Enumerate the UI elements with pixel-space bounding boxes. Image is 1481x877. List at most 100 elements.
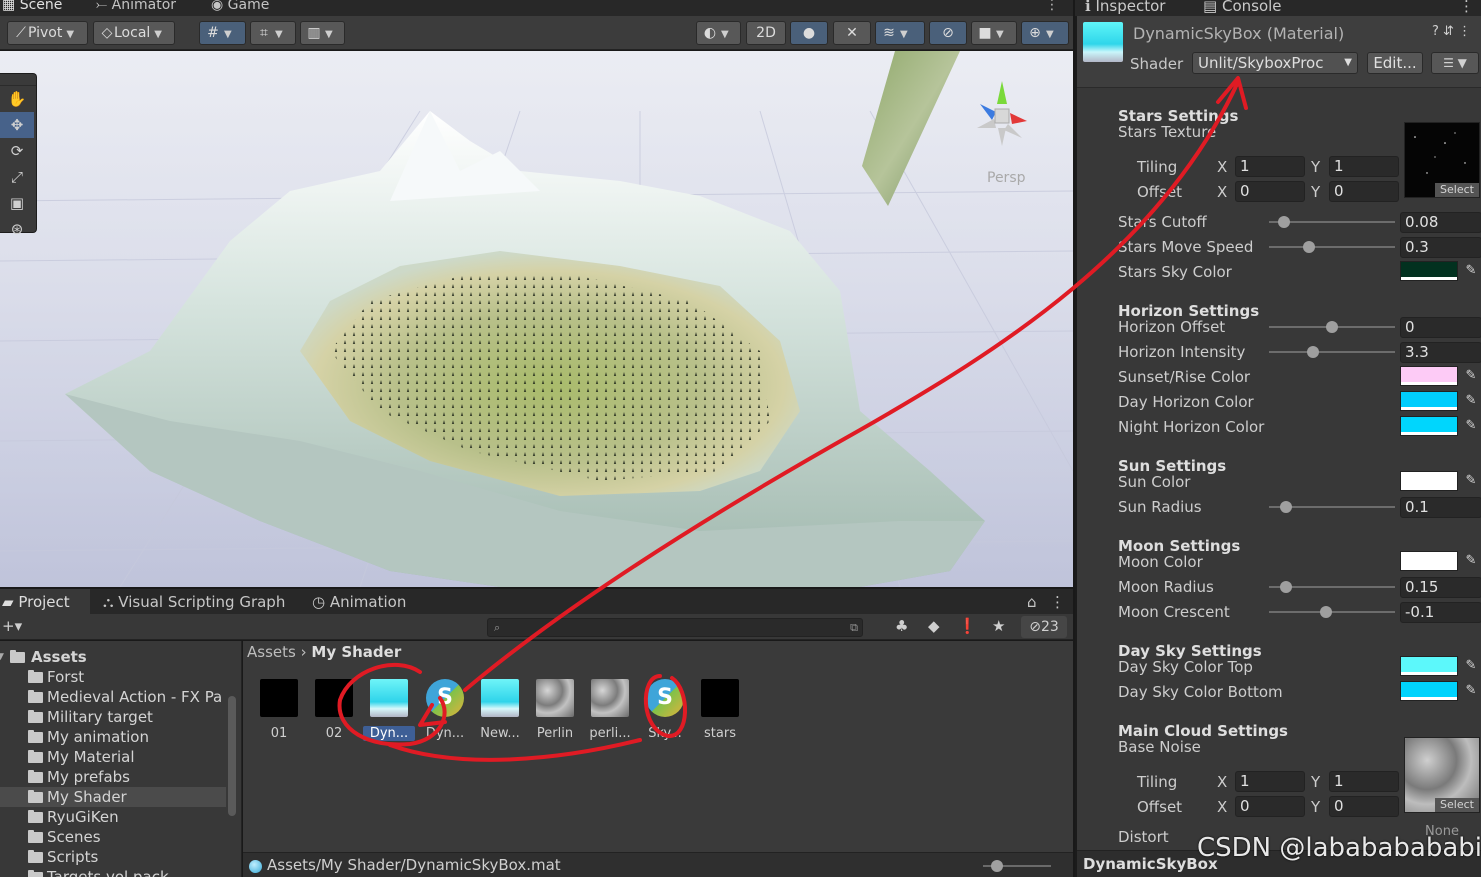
lock-icon[interactable]: ⌂ — [1027, 593, 1037, 611]
stars-offset-y[interactable]: 0 — [1329, 181, 1399, 202]
slider-knob[interactable] — [1278, 216, 1291, 228]
slider-knob[interactable] — [1320, 606, 1333, 618]
night-horizon-color-swatch[interactable] — [1400, 416, 1458, 436]
noise-tiling-x[interactable]: 1 — [1235, 771, 1305, 792]
sunset-rise-color-swatch[interactable] — [1400, 366, 1458, 386]
pivot-dropdown[interactable]: ⟋ Pivot ▼ — [7, 21, 88, 45]
audio-toggle[interactable]: ✕ — [833, 21, 871, 45]
gizmos-dropdown[interactable]: ⊕ ▼ — [1021, 21, 1069, 45]
slider-knob[interactable] — [1303, 241, 1316, 253]
local-dropdown[interactable]: ◇ Local ▼ — [93, 21, 175, 45]
moon-radius-slider[interactable] — [1269, 581, 1395, 593]
eyedropper-icon[interactable]: ✎ — [1460, 471, 1481, 491]
palette-grip[interactable] — [0, 74, 36, 86]
tree-item[interactable]: Scenes — [0, 827, 226, 847]
eyedropper-icon[interactable]: ✎ — [1460, 261, 1481, 281]
tab-animation[interactable]: ◷ Animation — [312, 593, 406, 611]
rotate-tool-icon[interactable]: ⟳ — [0, 138, 34, 164]
asset-tile[interactable]: 02 — [308, 679, 360, 741]
effects-dropdown[interactable]: ≋ ▼ — [875, 21, 925, 45]
slider-knob[interactable] — [1280, 501, 1293, 513]
tree-item[interactable]: ▶Military target — [0, 707, 226, 727]
tree-item[interactable]: My prefabs — [0, 767, 226, 787]
asset-tile[interactable]: 01 — [253, 679, 305, 741]
breadcrumb-root[interactable]: Assets — [247, 643, 296, 661]
grid-snap-button[interactable]: # ▼ — [199, 21, 246, 45]
tree-item[interactable]: Medieval Action - FX Pa — [0, 687, 226, 707]
shader-dropdown[interactable]: Unlit/SkyboxProc ▼ — [1192, 52, 1358, 74]
toggle-2d-button[interactable]: 2D — [746, 21, 786, 45]
horizon-offset-field[interactable]: 0 — [1400, 317, 1481, 338]
icon-size-slider[interactable] — [983, 859, 1053, 873]
preset-icon[interactable]: ⇵ — [1443, 24, 1454, 39]
tree-item[interactable]: ▶RyuGiKen — [0, 807, 226, 827]
tree-item[interactable]: My Material — [0, 747, 226, 767]
asset-tile[interactable]: S Dyn... — [419, 679, 471, 741]
asset-tile[interactable]: Dyn... — [363, 679, 415, 741]
select-texture-button[interactable]: Select — [1435, 798, 1479, 812]
kebab-menu-icon[interactable]: ⋮ — [1045, 0, 1059, 13]
stars-sky-color-swatch[interactable] — [1400, 261, 1458, 281]
tree-item[interactable]: My animation — [0, 727, 226, 747]
scene-visibility-toggle[interactable]: ⊘ — [929, 21, 967, 45]
scale-tool-icon[interactable]: ⤢ — [0, 164, 34, 190]
noise-offset-x[interactable]: 0 — [1235, 796, 1305, 817]
moon-crescent-slider[interactable] — [1269, 606, 1395, 618]
horizon-intensity-slider[interactable] — [1269, 346, 1395, 358]
tree-item[interactable]: ▶Forst — [0, 667, 226, 687]
stars-cutoff-field[interactable]: 0.08 — [1400, 212, 1481, 233]
tree-item[interactable]: My Shader — [0, 787, 226, 807]
grid-visibility-button[interactable]: ▥ ▼ — [300, 21, 345, 45]
edit-shader-button[interactable]: Edit... — [1367, 52, 1423, 74]
help-icon[interactable]: ? — [1432, 24, 1439, 39]
expanded-arrow-icon[interactable]: ▼ — [0, 647, 4, 667]
stars-cutoff-slider[interactable] — [1269, 216, 1395, 228]
horizon-intensity-field[interactable]: 3.3 — [1400, 342, 1481, 363]
asset-tile[interactable]: perli... — [584, 679, 636, 741]
transform-tool-icon[interactable]: ⊛ — [0, 216, 34, 242]
stars-tiling-y[interactable]: 1 — [1329, 156, 1399, 177]
search-input[interactable]: ⌕ ⧉ — [487, 618, 863, 637]
create-plus-icon[interactable]: +▾ — [2, 617, 22, 635]
sun-color-swatch[interactable] — [1400, 471, 1458, 491]
perspective-label[interactable]: Persp — [987, 170, 1026, 186]
stars-texture-slot[interactable]: Select — [1404, 122, 1480, 198]
tree-item[interactable]: Targets vol pack — [0, 867, 226, 877]
favorite-star-icon[interactable]: ★ — [992, 617, 1005, 635]
eyedropper-icon[interactable]: ✎ — [1460, 391, 1481, 411]
breadcrumb-current[interactable]: My Shader — [311, 643, 401, 661]
moon-crescent-field[interactable]: -0.1 — [1400, 602, 1481, 623]
asset-tile[interactable]: New... — [474, 679, 526, 741]
tab-animator[interactable]: ⤚ Animator — [96, 0, 176, 13]
move-tool-icon[interactable]: ✥ — [0, 112, 34, 138]
draw-mode-button[interactable]: ◐ ▼ — [696, 21, 741, 45]
eyedropper-icon[interactable]: ✎ — [1460, 681, 1481, 701]
asset-tile[interactable]: S Sky... — [639, 679, 691, 741]
asset-tile[interactable]: Perlin — [529, 679, 581, 741]
sun-radius-field[interactable]: 0.1 — [1400, 497, 1481, 518]
base-noise-texture-slot[interactable]: Select — [1404, 737, 1480, 813]
tab-game[interactable]: ◉ Game — [211, 0, 269, 13]
tree-item[interactable]: ▼ Assets — [0, 647, 226, 667]
slider-knob[interactable] — [1326, 321, 1338, 333]
eyedropper-icon[interactable]: ✎ — [1460, 656, 1481, 676]
moon-radius-field[interactable]: 0.15 — [1400, 577, 1481, 598]
moon-color-swatch[interactable] — [1400, 551, 1458, 571]
stars-move-speed-slider[interactable] — [1269, 241, 1395, 253]
tree-item[interactable]: Scripts — [0, 847, 226, 867]
day-sky-color-top-swatch[interactable] — [1400, 656, 1458, 676]
tab-scene[interactable]: ▦ Scene — [2, 0, 62, 13]
eyedropper-icon[interactable]: ✎ — [1460, 366, 1481, 386]
warning-icon[interactable]: ❗ — [958, 617, 977, 635]
filter-by-type-icon[interactable]: ♣ — [895, 617, 908, 635]
camera-dropdown[interactable]: ■ ▼ — [971, 21, 1017, 45]
day-horizon-color-swatch[interactable] — [1400, 391, 1458, 411]
rect-tool-icon[interactable]: ▣ — [0, 190, 34, 216]
material-menu-button[interactable]: ☰ ▼ — [1431, 52, 1479, 74]
filter-by-label-icon[interactable]: ◆ — [928, 617, 940, 635]
kebab-menu-icon[interactable]: ⋮ — [1050, 593, 1065, 611]
slider-knob[interactable] — [1306, 346, 1319, 358]
scene-viewport[interactable]: ✋ ✥ ⟳ ⤢ ▣ ⊛ Persp — [0, 51, 1073, 587]
stars-offset-x[interactable]: 0 — [1235, 181, 1305, 202]
tab-console[interactable]: ▤ Console — [1203, 0, 1282, 15]
